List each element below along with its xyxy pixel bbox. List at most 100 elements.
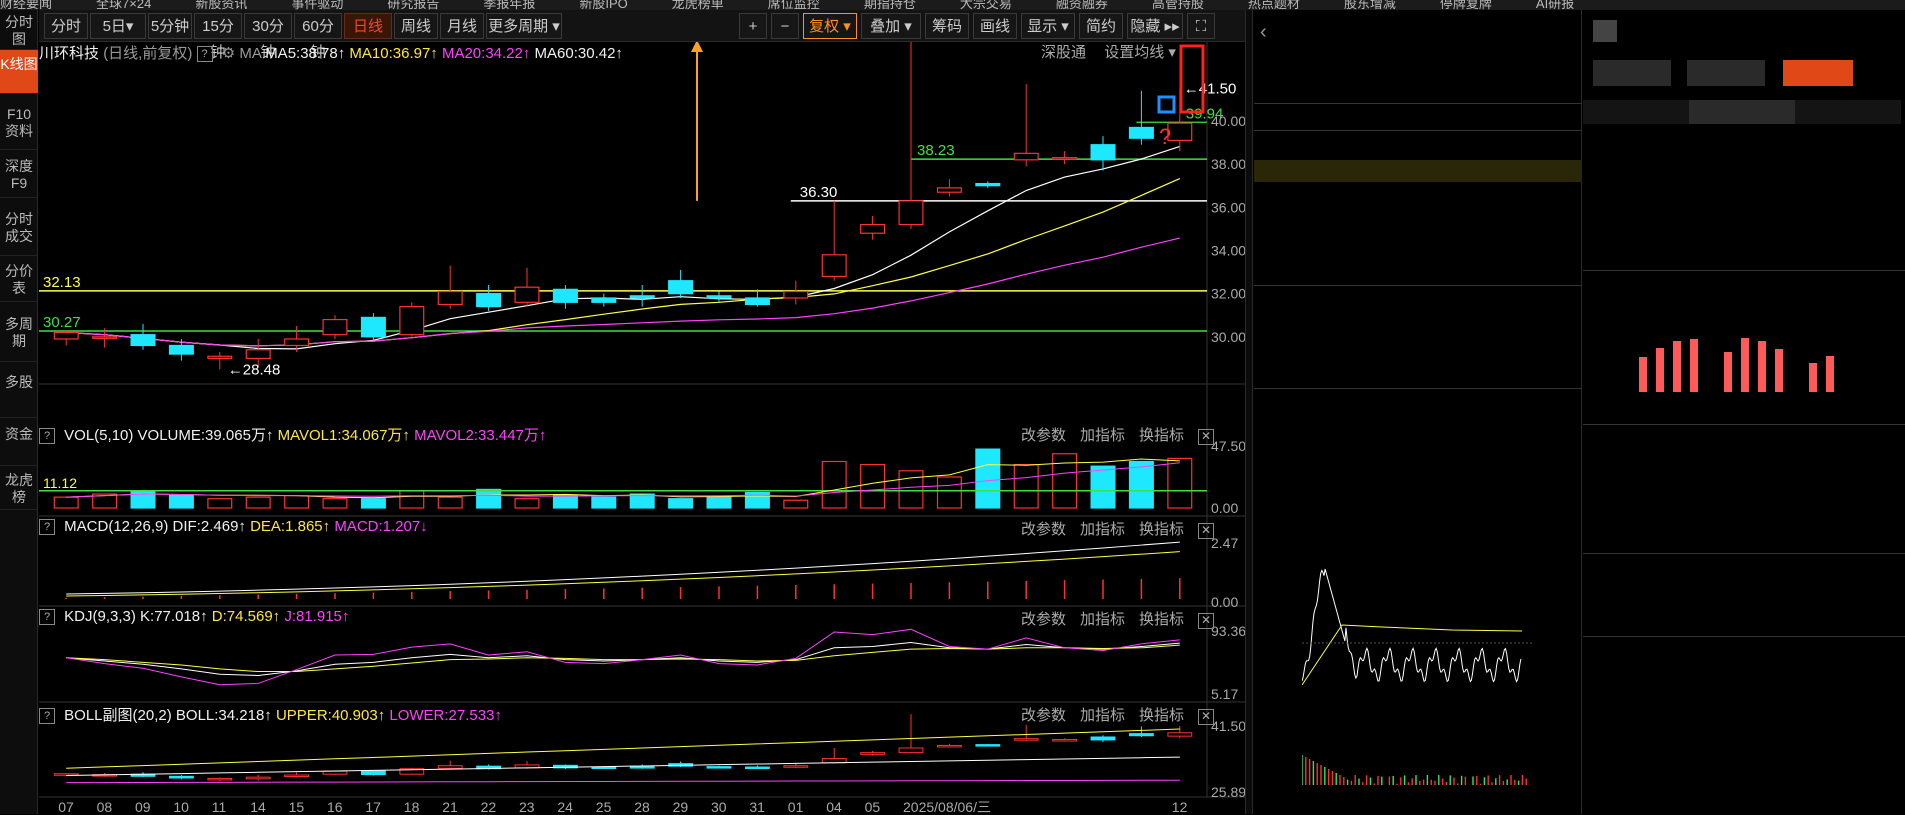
ma-settings-link[interactable]: 设置均线 ▾ bbox=[1104, 44, 1176, 61]
panel-action-link[interactable]: 改参数 bbox=[1021, 521, 1066, 538]
sidenav-item[interactable]: K线图 bbox=[0, 50, 38, 94]
red-highlight-box bbox=[1179, 44, 1205, 114]
sep bbox=[1583, 270, 1905, 271]
sidenav-item[interactable]: 分时成交 bbox=[0, 198, 38, 256]
news-strip-item[interactable]: AI研报 bbox=[1536, 0, 1574, 10]
watchlist-button[interactable] bbox=[1593, 60, 1671, 86]
panel-action-link[interactable]: 加指标 bbox=[1080, 611, 1125, 628]
period-button[interactable]: 月线 bbox=[440, 13, 484, 39]
close-icon[interactable]: ✕ bbox=[1198, 429, 1215, 445]
news-strip-item[interactable]: 财经要闻 bbox=[0, 0, 52, 10]
news-strip-item[interactable]: 研究报告 bbox=[387, 0, 439, 10]
open-account-banner[interactable] bbox=[1254, 160, 1582, 182]
date-axis-label: 10 bbox=[173, 799, 189, 814]
news-strip-item[interactable]: 全球7×24 bbox=[96, 0, 151, 10]
panel-action-link[interactable]: 换指标 bbox=[1139, 611, 1184, 628]
period-button[interactable]: 日线 bbox=[344, 13, 392, 39]
news-strip-item[interactable]: 停牌复牌 bbox=[1440, 0, 1492, 10]
date-axis-label: 15 bbox=[289, 799, 305, 814]
sidenav-item[interactable]: 分时图 bbox=[0, 10, 38, 50]
hide-button[interactable]: 隐藏 ▸▸ bbox=[1127, 13, 1183, 39]
news-strip-item[interactable]: 龙虎榜单 bbox=[672, 0, 724, 10]
date-axis-label: 09 bbox=[135, 799, 151, 814]
display-button[interactable]: 显示 ▾ bbox=[1021, 13, 1075, 39]
help-icon[interactable]: ? bbox=[196, 46, 213, 63]
ma-label: MA bbox=[239, 45, 262, 62]
boll-bar bbox=[1128, 733, 1154, 737]
news-strip-item[interactable]: 席位监控 bbox=[768, 0, 820, 10]
boll-panel-title: ? BOLL副图(20,2) BOLL:34.218↑ UPPER:40.903… bbox=[39, 704, 502, 725]
close-icon[interactable]: ✕ bbox=[1198, 709, 1215, 725]
panel-action-link[interactable]: 加指标 bbox=[1080, 521, 1125, 538]
news-strip-item[interactable]: 融资融券 bbox=[1056, 0, 1108, 10]
candle-body bbox=[476, 293, 502, 308]
fullscreen-icon[interactable]: ⛶ bbox=[1187, 13, 1215, 39]
stock-name-label: 川环科技 bbox=[39, 45, 100, 62]
sidenav-item[interactable]: 深度F9 bbox=[0, 150, 38, 198]
news-strip-item[interactable]: 高管持股 bbox=[1152, 0, 1204, 10]
panel-action-link[interactable]: 换指标 bbox=[1139, 521, 1184, 538]
main-panel-links: 深股通 设置均线 ▾ bbox=[1027, 41, 1176, 62]
panel-actions: 改参数 加指标 换指标 ✕ bbox=[1007, 704, 1215, 725]
period-button[interactable]: 更多周期 ▾ bbox=[486, 13, 562, 39]
overlay-button[interactable]: 叠加 ▾ bbox=[861, 13, 921, 39]
help-icon[interactable]: ? bbox=[39, 708, 55, 725]
sidenav-item[interactable]: 多周期 bbox=[0, 302, 38, 362]
period-button[interactable]: 15分钟 bbox=[194, 13, 242, 61]
help-icon[interactable]: ? bbox=[39, 519, 55, 536]
period-button[interactable]: 5分钟 bbox=[148, 13, 192, 39]
news-strip-item[interactable]: 新股资讯 bbox=[195, 0, 247, 10]
news-strip-item[interactable]: 期指持仓 bbox=[864, 0, 916, 10]
gear-icon[interactable]: ⚙ bbox=[222, 45, 235, 62]
back-chevron-icon[interactable]: ‹ bbox=[1260, 22, 1267, 42]
alert-button[interactable] bbox=[1687, 60, 1765, 86]
tab-1[interactable] bbox=[1689, 100, 1795, 124]
simple-mode-button[interactable]: 简约 bbox=[1079, 13, 1123, 39]
fuquan-button[interactable]: 复权 ▾ bbox=[803, 13, 857, 39]
panel-action-link[interactable]: 改参数 bbox=[1021, 707, 1066, 724]
panel-action-link[interactable]: 加指标 bbox=[1080, 707, 1125, 724]
period-button[interactable]: 分时 bbox=[44, 13, 88, 39]
period-button[interactable]: 60分钟 bbox=[294, 13, 342, 61]
sidenav-item[interactable]: 分价表 bbox=[0, 256, 38, 302]
panel-splitter[interactable] bbox=[1245, 10, 1253, 814]
volume-bar bbox=[975, 448, 1001, 509]
news-strip-item[interactable]: 新股IPO bbox=[579, 0, 627, 10]
news-strip-item[interactable]: 股东增减 bbox=[1344, 0, 1396, 10]
profit-bar bbox=[1690, 339, 1698, 392]
period-button[interactable]: 5日▾ bbox=[90, 13, 146, 39]
panel-action-link[interactable]: 改参数 bbox=[1021, 611, 1066, 628]
ma5-value: MA5:38.78↑ bbox=[265, 45, 346, 62]
trade-button[interactable] bbox=[1783, 60, 1853, 86]
sidenav-item[interactable]: 龙虎榜 bbox=[0, 466, 38, 510]
news-strip-item[interactable]: 热点题材 bbox=[1248, 0, 1300, 10]
news-strip-item[interactable]: 事件驱动 bbox=[291, 0, 343, 10]
zoom-out-button[interactable]: − bbox=[771, 13, 799, 39]
news-strip-item[interactable]: 大宗交易 bbox=[960, 0, 1012, 10]
sidenav-item[interactable]: 多股 bbox=[0, 362, 38, 418]
chips-button[interactable]: 筹码 bbox=[925, 13, 969, 39]
sidenav-item[interactable]: F10资料 bbox=[0, 94, 38, 150]
help-icon[interactable]: ? bbox=[39, 609, 55, 626]
sidenav-item[interactable]: 资金 bbox=[0, 418, 38, 466]
volume-bar bbox=[783, 499, 809, 509]
hk-connect-link[interactable]: 深股通 bbox=[1041, 44, 1086, 61]
period-button[interactable]: 周线 bbox=[394, 13, 438, 39]
draw-line-button[interactable]: 画线 bbox=[973, 13, 1017, 39]
panel-action-link[interactable]: 加指标 bbox=[1080, 427, 1125, 444]
close-icon[interactable]: ✕ bbox=[1198, 523, 1215, 539]
panel-action-link[interactable]: 换指标 bbox=[1139, 707, 1184, 724]
panel-action-link[interactable]: 换指标 bbox=[1139, 427, 1184, 444]
date-axis-label: 04 bbox=[826, 799, 842, 814]
help-icon[interactable]: ? bbox=[39, 428, 55, 445]
tab-0[interactable] bbox=[1583, 100, 1689, 124]
news-strip-item[interactable]: 季报年报 bbox=[483, 0, 535, 10]
close-icon[interactable]: ✕ bbox=[1198, 613, 1215, 629]
holder-info-value bbox=[1733, 494, 1813, 514]
period-button[interactable]: 30分钟 bbox=[244, 13, 292, 61]
panel-action-link[interactable]: 改参数 bbox=[1021, 427, 1066, 444]
fuquan-arrow-head bbox=[691, 42, 703, 52]
volume-bar bbox=[706, 496, 732, 509]
tab-2[interactable] bbox=[1795, 100, 1901, 124]
zoom-in-button[interactable]: + bbox=[739, 13, 767, 39]
